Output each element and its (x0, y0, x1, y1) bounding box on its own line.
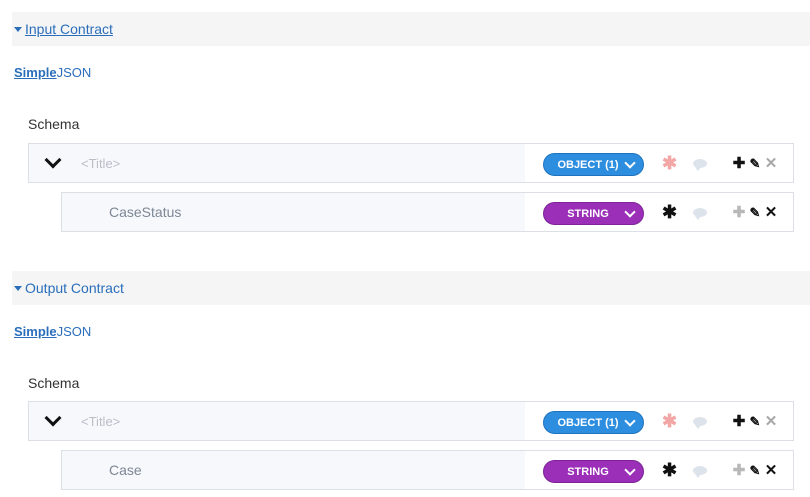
schema-root-row: <Title> OBJECT (1) ✱ ✚ ✎ ✕ (28, 143, 794, 183)
asterisk-icon[interactable]: ✱ (662, 203, 677, 221)
type-select-label: OBJECT (1) (557, 416, 619, 429)
root-name-cell: <Title> (29, 144, 526, 182)
property-actions: ✚ ✎ ✕ (725, 451, 793, 489)
close-icon[interactable]: ✕ (763, 156, 779, 171)
root-actions: ✚ ✎ ✕ (725, 144, 793, 182)
asterisk-icon[interactable]: ✱ (662, 154, 677, 172)
pencil-icon[interactable]: ✎ (747, 414, 763, 429)
caret-down-icon[interactable] (14, 26, 22, 32)
comment-icon[interactable] (693, 159, 707, 171)
type-select-string[interactable]: STRING (543, 460, 644, 483)
property-name-input[interactable]: CaseStatus (109, 204, 181, 220)
root-actions: ✚ ✎ ✕ (725, 402, 793, 440)
chevron-down-icon (624, 156, 636, 169)
chevron-down-icon (624, 205, 636, 218)
pencil-icon[interactable]: ✎ (747, 463, 763, 478)
chevron-down-icon (624, 463, 636, 476)
plus-icon[interactable]: ✚ (731, 205, 747, 220)
output-contract-header[interactable]: Output Contract (12, 271, 810, 305)
chevron-down-icon[interactable] (44, 409, 62, 427)
asterisk-icon[interactable]: ✱ (662, 461, 677, 479)
output-contract-title[interactable]: Output Contract (25, 280, 124, 296)
asterisk-icon[interactable]: ✱ (662, 412, 677, 430)
comment-icon[interactable] (693, 466, 707, 478)
root-type-cell: OBJECT (1) ✱ (525, 402, 726, 440)
type-select-label: STRING (567, 465, 609, 478)
close-icon[interactable]: ✕ (763, 463, 779, 478)
simple-mode-link[interactable]: Simple (14, 324, 57, 339)
input-mode-toggle: SimpleJSON (14, 65, 91, 80)
type-select-string[interactable]: STRING (543, 202, 644, 225)
schema-root-row: <Title> OBJECT (1) ✱ ✚ ✎ ✕ (28, 401, 794, 441)
plus-icon[interactable]: ✚ (731, 414, 747, 429)
type-select-label: OBJECT (1) (557, 158, 619, 171)
root-title-input[interactable]: <Title> (81, 414, 120, 429)
schema-label: Schema (28, 116, 80, 132)
root-type-cell: OBJECT (1) ✱ (525, 144, 726, 182)
comment-icon[interactable] (693, 208, 707, 220)
simple-mode-link[interactable]: Simple (14, 65, 57, 80)
property-type-cell: STRING ✱ (525, 193, 726, 231)
schema-label: Schema (28, 375, 80, 391)
json-mode-link[interactable]: JSON (57, 324, 92, 339)
json-mode-link[interactable]: JSON (57, 65, 92, 80)
type-select-object[interactable]: OBJECT (1) (543, 411, 644, 434)
schema-property-row: CaseStatus STRING ✱ ✚ ✎ ✕ (61, 192, 794, 232)
property-name-input[interactable]: Case (109, 462, 142, 478)
property-name-cell: Case (62, 451, 526, 489)
property-type-cell: STRING ✱ (525, 451, 726, 489)
pencil-icon[interactable]: ✎ (747, 156, 763, 171)
caret-down-icon[interactable] (14, 285, 22, 291)
type-select-label: STRING (567, 207, 609, 220)
comment-icon[interactable] (693, 417, 707, 429)
schema-property-row: Case STRING ✱ ✚ ✎ ✕ (61, 450, 794, 490)
property-actions: ✚ ✎ ✕ (725, 193, 793, 231)
chevron-down-icon[interactable] (44, 151, 62, 169)
plus-icon[interactable]: ✚ (731, 463, 747, 478)
input-contract-header[interactable]: Input Contract (12, 12, 810, 46)
plus-icon[interactable]: ✚ (731, 156, 747, 171)
root-title-input[interactable]: <Title> (81, 156, 120, 171)
output-mode-toggle: SimpleJSON (14, 324, 91, 339)
close-icon[interactable]: ✕ (763, 414, 779, 429)
property-name-cell: CaseStatus (62, 193, 526, 231)
pencil-icon[interactable]: ✎ (747, 205, 763, 220)
chevron-down-icon (624, 414, 636, 427)
input-contract-title[interactable]: Input Contract (25, 21, 113, 37)
close-icon[interactable]: ✕ (763, 205, 779, 220)
type-select-object[interactable]: OBJECT (1) (543, 153, 644, 176)
root-name-cell: <Title> (29, 402, 526, 440)
